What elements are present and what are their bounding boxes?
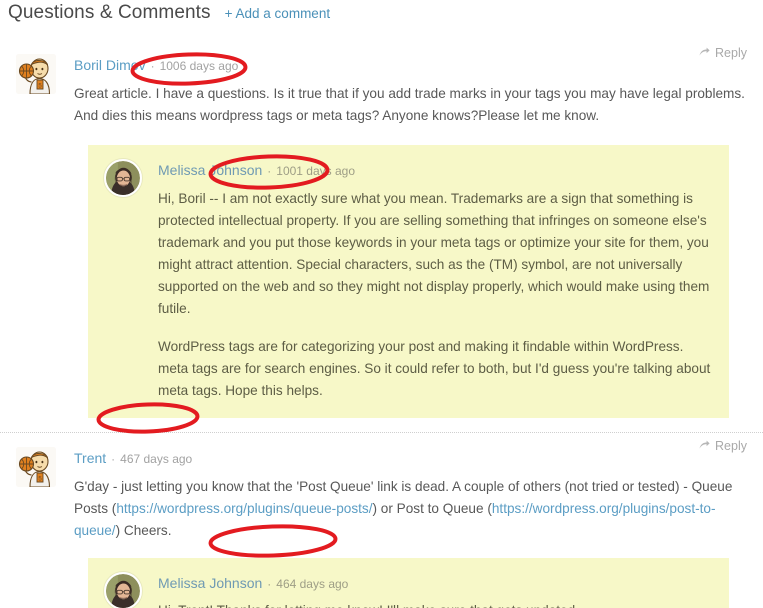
nested-reply: Melissa Johnson · 1001 days ago Hi, Bori… bbox=[88, 144, 729, 418]
reply-paragraph: Hi, Boril -- I am not exactly sure what … bbox=[158, 190, 710, 316]
reply-main: Melissa Johnson · 1001 days ago Hi, Bori… bbox=[142, 159, 711, 402]
comment-paragraph: Great article. I have a questions. Is it… bbox=[74, 85, 745, 123]
reply-paragraph: WordPress tags are for categorizing your… bbox=[158, 338, 711, 398]
page-title: Questions & Comments bbox=[8, 2, 211, 23]
meta-separator: · bbox=[267, 163, 272, 178]
plugin-link-queue-posts[interactable]: https://wordpress.org/plugins/queue-post… bbox=[116, 501, 372, 516]
comment-timestamp: 1006 days ago bbox=[159, 59, 239, 73]
comment-text-segment: ) Cheers. bbox=[115, 522, 172, 538]
reply-row: Melissa Johnson · 464 days ago Hi, Trent… bbox=[104, 571, 711, 608]
add-comment-link[interactable]: + Add a comment bbox=[225, 6, 330, 21]
comments-header: Questions & Comments + Add a comment bbox=[8, 2, 330, 24]
meta-separator: · bbox=[267, 576, 272, 591]
comment-block: Reply 5 bbox=[0, 431, 763, 608]
comment-meta: Trent · 467 days ago bbox=[74, 447, 747, 467]
comment-block: Reply 5 bbox=[0, 40, 763, 432]
comment-body: Great article. I have a questions. Is it… bbox=[74, 83, 747, 127]
reply-main: Melissa Johnson · 464 days ago Hi, Trent… bbox=[142, 572, 711, 608]
reply-meta: Melissa Johnson · 464 days ago bbox=[158, 572, 711, 592]
comment-body: G'day - just letting you know that the '… bbox=[74, 476, 747, 542]
comments-page: Questions & Comments + Add a comment Rep… bbox=[0, 0, 763, 608]
comment-meta: Boril Dimov · 1006 days ago bbox=[74, 54, 747, 74]
reply-timestamp: 464 days ago bbox=[276, 576, 349, 591]
meta-separator: · bbox=[150, 59, 155, 73]
comment-row: 5 Trent · 467 days ago G'day - just lett… bbox=[16, 446, 747, 542]
reply-meta: Melissa Johnson · 1001 days ago bbox=[158, 159, 711, 179]
comment-timestamp: 467 days ago bbox=[120, 451, 193, 466]
basketball-player-avatar-icon: 5 bbox=[16, 446, 56, 487]
reply-body: Hi, Trent! Thanks for letting me know! I… bbox=[158, 600, 711, 608]
comment-main: Boril Dimov · 1006 days ago Great articl… bbox=[56, 54, 747, 127]
comment-author[interactable]: Boril Dimov bbox=[74, 57, 146, 74]
reply-author[interactable]: Melissa Johnson bbox=[158, 575, 262, 592]
melissa-photo-avatar-icon bbox=[104, 158, 142, 197]
reply-paragraph: Hi, Trent! Thanks for letting me know! I… bbox=[158, 600, 711, 608]
comment-thread: Reply 5 Boril Dimov · 1006 days ago Grea… bbox=[0, 40, 763, 608]
reply-author[interactable]: Melissa Johnson bbox=[158, 162, 262, 179]
reply-body: Hi, Boril -- I am not exactly sure what … bbox=[158, 188, 711, 402]
comment-author[interactable]: Trent bbox=[74, 450, 106, 467]
basketball-player-avatar-icon: 5 bbox=[16, 54, 56, 94]
reply-timestamp: 1001 days ago bbox=[276, 163, 356, 178]
comment-row: 5 Boril Dimov · 1006 days ago Great arti… bbox=[16, 54, 747, 127]
nested-reply: Melissa Johnson · 464 days ago Hi, Trent… bbox=[88, 557, 729, 608]
comment-main: Trent · 467 days ago G'day - just lettin… bbox=[56, 447, 747, 542]
meta-separator: · bbox=[111, 451, 116, 466]
melissa-photo-avatar-icon bbox=[104, 571, 142, 608]
comment-text-segment: ) or Post to Queue ( bbox=[372, 500, 492, 516]
reply-row: Melissa Johnson · 1001 days ago Hi, Bori… bbox=[104, 158, 711, 402]
comment-paragraph: G'day - just letting you know that the '… bbox=[74, 476, 747, 542]
